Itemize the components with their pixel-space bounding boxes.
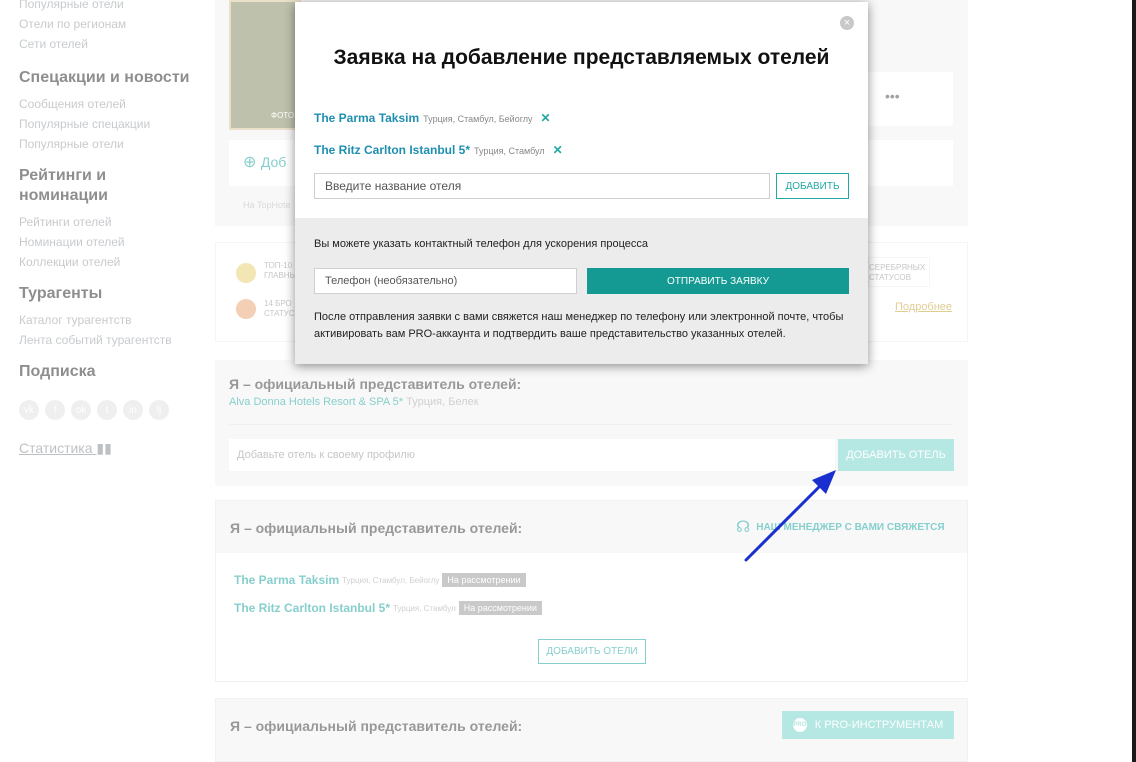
statistics-label: Статистика <box>19 440 93 456</box>
pro-badge-icon: PRO <box>792 718 807 732</box>
more-dots-icon[interactable]: ••• <box>885 88 900 104</box>
remove-hotel-1-icon[interactable]: ✕ <box>541 111 551 125</box>
add-hotels-button[interactable]: ДОБАВИТЬ ОТЕЛИ <box>538 639 646 664</box>
selected-hotel-1-name[interactable]: The Parma Taksim <box>314 111 419 125</box>
rep-hotel-location: Турция, Белек <box>406 396 479 408</box>
manager-note: ☊ НАШ МЕНЕДЖЕР С ВАМИ СВЯЖЕТСЯ <box>736 517 945 537</box>
rep-block-1-title: Я – официальный представитель отелей: <box>229 376 522 392</box>
add-partial-label: Доб <box>260 154 287 170</box>
remove-hotel-2-icon[interactable]: ✕ <box>553 143 563 157</box>
pro-tools-button[interactable]: PRO К PRO-ИНСТРУМЕНТАМ <box>782 711 954 739</box>
twitter-icon[interactable]: t <box>97 400 117 420</box>
sidebar-link-hotel-ratings[interactable]: Рейтинги отелей <box>19 212 209 232</box>
add-hotel-profile-input[interactable]: Добавьте отель к своему профилю <box>229 439 835 471</box>
rep-block-2-list: The Parma Taksim Турция, Стамбул, Бейогл… <box>216 553 967 681</box>
bar-chart-icon: ▮▮ <box>96 440 112 456</box>
pro-tools-label: К PRO-ИНСТРУМЕНТАМ <box>814 719 944 731</box>
sidebar-link-agents-feed[interactable]: Лента событий турагентств <box>19 330 209 350</box>
instagram-icon[interactable]: in <box>123 400 143 420</box>
selected-hotel-2-location: Турция, Стамбул <box>474 146 545 156</box>
headphones-icon: ☊ <box>736 519 751 536</box>
sidebar-link-popular-hotels-2[interactable]: Популярные отели <box>19 134 209 154</box>
sidebar-link-hotel-messages[interactable]: Сообщения отелей <box>19 94 209 114</box>
facebook-icon[interactable]: f <box>45 400 65 420</box>
selected-hotel-2-name[interactable]: The Ritz Carlton Istanbul 5* <box>314 143 470 157</box>
more-link[interactable]: Подробнее <box>895 301 952 313</box>
statistics-link[interactable]: Статистика ▮▮ <box>19 440 209 457</box>
add-hotels-request-modal: × Заявка на добавление представляемых от… <box>295 2 868 364</box>
odnoklassniki-icon[interactable]: ok <box>71 400 91 420</box>
sidebar-link-regions[interactable]: Отели по регионам <box>19 14 209 34</box>
sidebar-link-nominations[interactable]: Номинации отелей <box>19 232 209 252</box>
pending-hotel-1: The Parma Taksim Турция, Стамбул, Бейогл… <box>234 573 526 587</box>
photo-caption: ФОТО <box>271 111 295 120</box>
phone-input[interactable]: Телефон (необязательно) <box>314 268 577 294</box>
rep-block-3-title: Я – официальный представитель отелей: <box>230 718 523 734</box>
modal-contact-section: Вы можете указать контактный телефон для… <box>295 218 868 364</box>
sidebar-link-popular-specials[interactable]: Популярные спецакции <box>19 114 209 134</box>
rep-block-3: Я – официальный представитель отелей: PR… <box>215 698 968 762</box>
modal-title: Заявка на добавление представляемых отел… <box>333 46 830 69</box>
rep-block-2: Я – официальный представитель отелей: ☊ … <box>215 500 968 682</box>
send-request-button[interactable]: ОТПРАВИТЬ ЗАЯВКУ <box>587 268 849 294</box>
livejournal-icon[interactable]: lj <box>149 400 169 420</box>
award-bronze: 14 БРО СТАТУС <box>264 299 295 318</box>
sidebar-link-collections[interactable]: Коллекции отелей <box>19 252 209 272</box>
rep-hotel-name[interactable]: Alva Donna Hotels Resort & SPA 5* <box>229 396 403 408</box>
silver-status: СЕРЕБРЯНЫХ СТАТУСОВ <box>868 257 930 287</box>
vk-icon[interactable]: vk <box>19 400 39 420</box>
pending-hotel-2-name[interactable]: The Ritz Carlton Istanbul 5* <box>234 601 390 615</box>
sidebar-heading-specials: Спецакции и новости <box>19 69 190 86</box>
rep-hotel-row: Alva Donna Hotels Resort & SPA 5* Турция… <box>229 396 479 408</box>
phone-hint: Вы можете указать контактный телефон для… <box>314 238 649 250</box>
window-edge <box>1132 0 1136 762</box>
after-submit-note: После отправления заявки с вами свяжется… <box>314 311 844 340</box>
pending-hotel-2: The Ritz Carlton Istanbul 5* Турция, Ста… <box>234 601 542 615</box>
pending-hotel-2-location: Турция, Стамбул <box>393 603 456 613</box>
pending-hotel-1-location: Турция, Стамбул, Бейоглу <box>342 575 440 585</box>
selected-hotel-1: The Parma Taksim Турция, Стамбул, Бейогл… <box>314 111 551 125</box>
rep-block-2-title: Я – официальный представитель отелей: <box>230 520 523 536</box>
sidebar-heading-agents: Турагенты <box>19 285 103 302</box>
gold-award-icon <box>236 263 256 283</box>
hotel-photo: ФОТО <box>229 0 301 130</box>
sidebar-heading-subscription: Подписка <box>19 363 96 380</box>
close-icon[interactable]: × <box>840 16 854 30</box>
bronze-award-icon <box>236 299 256 319</box>
pending-hotel-1-status: На рассмотрении <box>442 573 526 587</box>
sidebar-link-chains[interactable]: Сети отелей <box>19 34 209 54</box>
social-icons: vk f ok t in lj <box>19 400 209 420</box>
add-hotel-button[interactable]: ДОБАВИТЬ ОТЕЛЬ <box>838 439 954 471</box>
add-circle-icon[interactable]: ⊕ Доб <box>243 152 286 172</box>
manager-note-label: НАШ МЕНЕДЖЕР С ВАМИ СВЯЖЕТСЯ <box>756 521 945 533</box>
award-top10: ТОП-10 ГЛАВНЫ <box>264 261 296 280</box>
pending-hotel-1-name[interactable]: The Parma Taksim <box>234 573 339 587</box>
sidebar-link-popular-hotels[interactable]: Популярные отели <box>19 0 209 14</box>
hotel-name-input[interactable]: Введите название отеля <box>314 173 770 199</box>
sidebar-heading-ratings: Рейтинги и номинации <box>19 167 108 204</box>
rep-block-1: Я – официальный представитель отелей: Al… <box>215 360 968 486</box>
divider <box>229 424 953 425</box>
tophotels-note: На TopHote <box>243 200 291 210</box>
selected-hotel-2: The Ritz Carlton Istanbul 5* Турция, Ста… <box>314 143 563 157</box>
selected-hotel-1-location: Турция, Стамбул, Бейоглу <box>423 114 533 124</box>
add-button[interactable]: ДОБАВИТЬ <box>776 173 849 199</box>
sidebar: Популярные отели Отели по регионам Сети … <box>19 0 209 457</box>
pending-hotel-2-status: На рассмотрении <box>458 601 542 615</box>
sidebar-link-agents-catalog[interactable]: Каталог турагентств <box>19 310 209 330</box>
